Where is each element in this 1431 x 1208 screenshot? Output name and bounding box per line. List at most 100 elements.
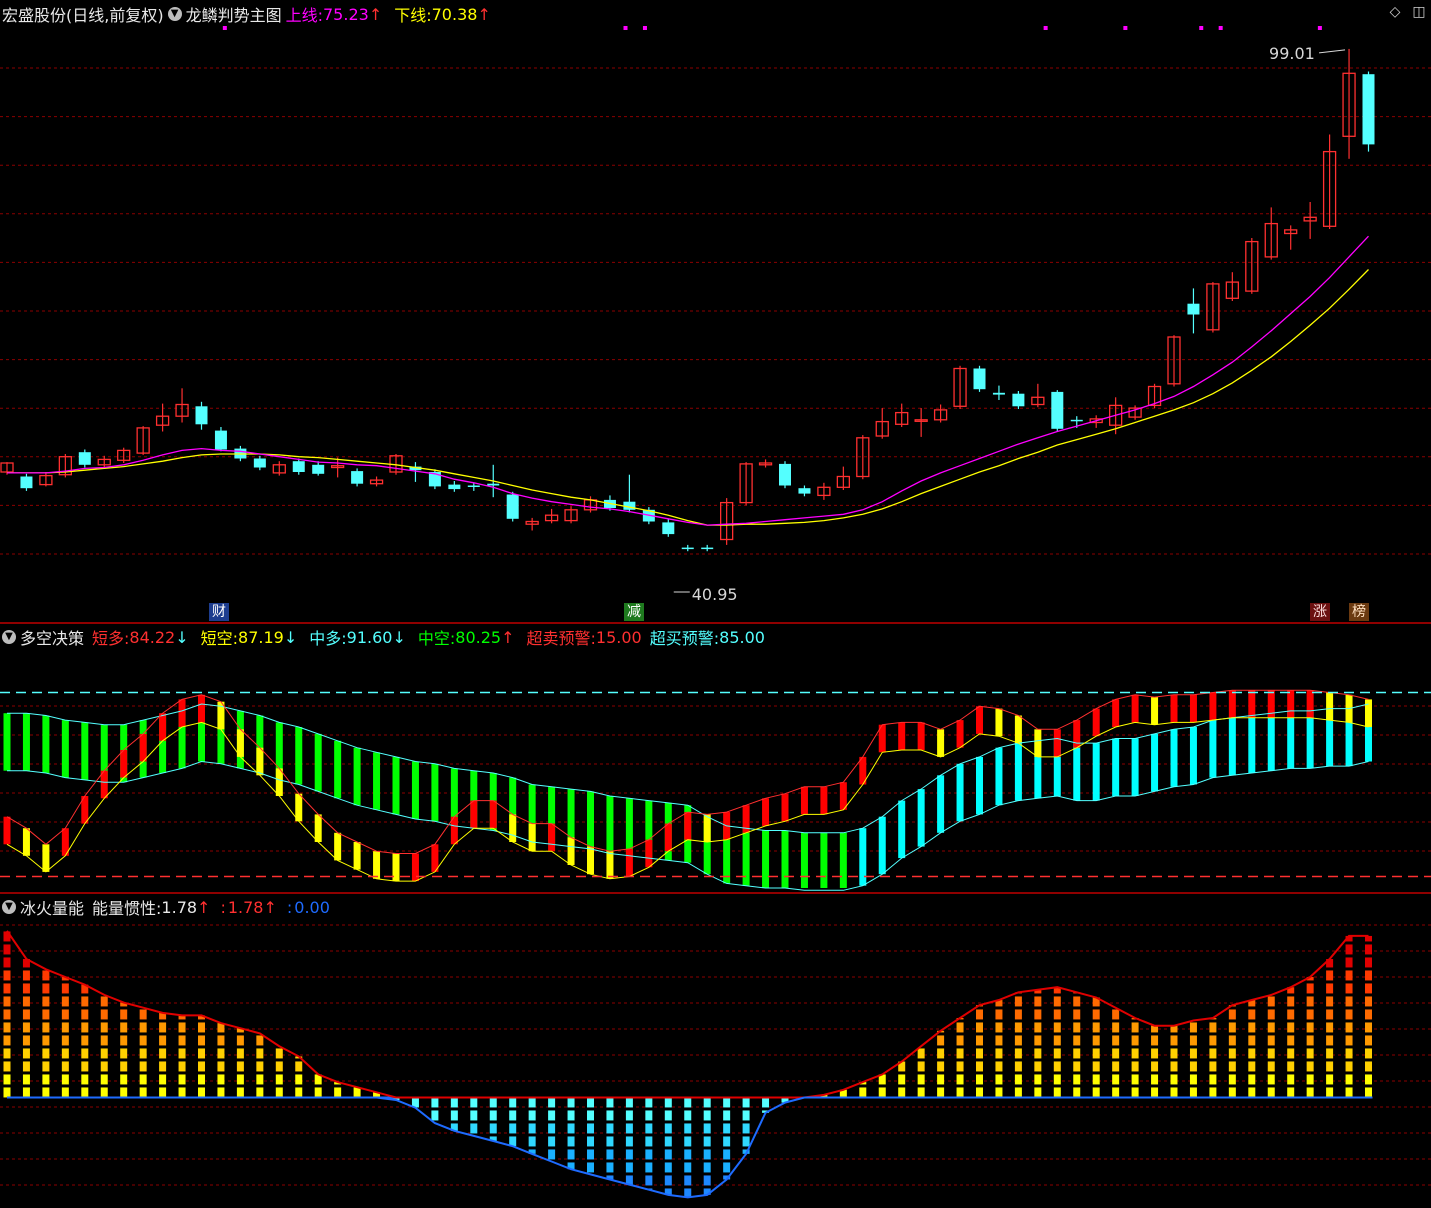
diamond-icon[interactable]: ◇ [1387, 4, 1403, 20]
energy-bar-segment [587, 1097, 594, 1108]
energy-bar-segment [178, 1035, 186, 1046]
signal-dot [222, 26, 227, 30]
energy-bar-segment [1267, 1074, 1275, 1085]
mid-bar [781, 830, 789, 888]
energy-bar-segment [567, 1123, 575, 1134]
panel3-title[interactable]: 冰火量能 [20, 895, 84, 919]
energy-bar-segment [1267, 1061, 1275, 1072]
energy-bar-segment [1073, 1087, 1081, 1098]
event-jian-badge[interactable]: 减 [624, 603, 644, 621]
upper-line-value: 75.23 [323, 4, 369, 24]
energy-bar-segment [1345, 944, 1353, 955]
energy-bar-segment [645, 1123, 653, 1134]
energy-bar-segment [664, 1162, 672, 1173]
energy-bar-segment [1112, 1009, 1120, 1020]
arrow-down-icon: ↓ [392, 627, 406, 647]
mid-bar [334, 740, 342, 799]
energy-bar-segment [256, 1035, 264, 1046]
mid-bar [42, 715, 50, 773]
panel2-title[interactable]: 多空决策 [20, 625, 84, 649]
chevron-down-icon[interactable]: ▼ [167, 7, 182, 21]
energy-bar-segment [81, 996, 89, 1007]
short-bar [1209, 692, 1217, 721]
signal-dot [1317, 26, 1322, 30]
energy-bar-segment [100, 1087, 108, 1098]
energy-bar-segment [548, 1097, 556, 1108]
energy-bar-segment [1345, 1009, 1353, 1020]
energy-bar-segment [3, 1074, 11, 1085]
candle-body [701, 547, 714, 550]
stock-title[interactable]: 宏盛股份(日线,前复权) [2, 2, 164, 26]
energy-bar-segment [1365, 1009, 1372, 1020]
short-bar [353, 842, 361, 870]
energy-bar-segment [1073, 1048, 1081, 1059]
energy-bar-segment [1345, 1061, 1353, 1072]
chevron-down-icon[interactable]: ▼ [2, 900, 16, 914]
energy-bar-segment [1151, 1061, 1159, 1072]
energy-bar-segment [976, 1035, 983, 1046]
short-bar [42, 844, 50, 872]
energy-bar-segment [120, 1022, 128, 1033]
candle-body [214, 430, 227, 450]
short-bar [684, 812, 692, 840]
short-bar [1306, 690, 1314, 718]
energy-bar-segment [995, 1035, 1003, 1046]
energy-bar-segment [1073, 1061, 1081, 1072]
energy-bar-segment [587, 1162, 594, 1173]
energy-bar-segment [120, 1087, 128, 1098]
energy-bar-segment [976, 1048, 983, 1059]
energy-bar-segment [3, 944, 11, 955]
energy-bar-segment [878, 1087, 886, 1098]
mid-short-value: 80.25 [455, 627, 502, 647]
energy-bar-segment [703, 1110, 711, 1121]
mid-bar [762, 830, 770, 888]
chevron-down-icon[interactable]: ▼ [2, 630, 16, 644]
energy-bar-segment [587, 1149, 594, 1160]
mid-long-value: 91.60 [346, 627, 393, 647]
arrow-up-icon: ↑ [368, 4, 383, 24]
energy-bar-segment [1014, 1022, 1022, 1033]
event-zhang-badge[interactable]: 涨 [1310, 603, 1330, 621]
energy-bar-segment [1112, 1035, 1120, 1046]
mid-bar [314, 733, 322, 792]
energy-bar-segment [1345, 1087, 1353, 1098]
event-cai-badge[interactable]: 财 [209, 603, 229, 621]
energy-bar-segment [1189, 1048, 1197, 1059]
energy-bar-segment [956, 1022, 964, 1033]
energy-bar-segment [198, 1061, 205, 1072]
energy-bar-segment [295, 1061, 303, 1072]
energy-bar-segment [1053, 1074, 1061, 1085]
energy-bar-segment [664, 1175, 672, 1186]
short-bar [645, 839, 653, 868]
window-controls: ◇ ◫ [1387, 4, 1427, 20]
energy-bar-segment [61, 1061, 69, 1072]
layout-toggle-icon[interactable]: ◫ [1411, 4, 1427, 20]
energy-bar-segment [100, 1022, 108, 1033]
energy-bar-segment [1034, 1061, 1042, 1072]
candle-body [467, 485, 480, 487]
event-bang-badge[interactable]: 榜 [1349, 603, 1369, 621]
energy-bar-segment [100, 1048, 108, 1059]
energy-bar-segment [1014, 1061, 1022, 1072]
energy-bar-segment [1365, 970, 1372, 981]
energy-label: 能量惯性: [92, 899, 162, 918]
energy-bar-segment [139, 1035, 147, 1046]
energy-bar-segment [3, 1048, 11, 1059]
energy-bar-segment [1053, 1022, 1061, 1033]
energy-bar-segment [1209, 1022, 1217, 1033]
energy-bar-segment [100, 1061, 108, 1072]
energy-bar-segment [61, 1087, 69, 1098]
energy-v2-value: 1.78 [227, 897, 264, 917]
energy-bar-segment [1287, 1022, 1295, 1033]
energy-bar-segment [1248, 1048, 1256, 1059]
energy-bar-segment [22, 1074, 30, 1085]
indicator-name[interactable]: 龙鳞判势主图 [186, 2, 282, 26]
energy-bar-segment [1287, 1009, 1295, 1020]
short-bar [839, 782, 847, 810]
mid-bar [22, 713, 30, 771]
energy-bar-segment [703, 1097, 711, 1108]
energy-bar-segment [22, 970, 30, 981]
mid-bar [839, 832, 847, 888]
energy-bar-segment [42, 1035, 50, 1046]
energy-bar-segment [1326, 983, 1334, 994]
